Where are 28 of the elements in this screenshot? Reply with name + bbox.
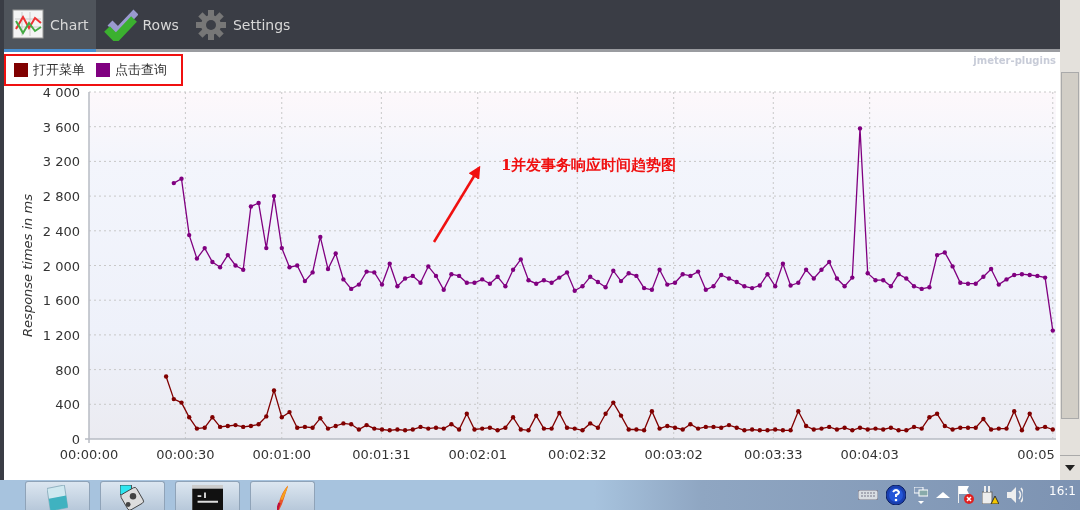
- legend-label: 打开菜单: [33, 61, 85, 79]
- axis-tick-label: 2 800: [42, 189, 80, 205]
- tab[interactable]: Settings: [186, 0, 299, 52]
- axis-tick-label: 00:01:00: [252, 447, 311, 462]
- tab[interactable]: Chart: [4, 0, 97, 52]
- axis-tick-label: 00:04:03: [840, 447, 899, 462]
- axis-tick-label: 00:03:33: [744, 447, 803, 462]
- axis-tick-label: 1 600: [42, 293, 80, 309]
- legend-label: 点击查询: [115, 61, 167, 79]
- axis-tick-label: 2 400: [42, 223, 80, 239]
- axis-tick-label: 00:03:02: [644, 447, 703, 462]
- axis-tick-label: 00:05: [1017, 447, 1055, 462]
- axis-tick-label: 00:02:32: [548, 447, 607, 462]
- tab[interactable]: Rows: [96, 0, 187, 52]
- annotation-text: 1并发事务响应时间趋势图: [501, 156, 677, 174]
- axis-tick-label: 3 600: [42, 119, 80, 135]
- axis-tick-label: 400: [55, 397, 80, 413]
- axis-tick-label: 3 200: [42, 154, 80, 170]
- axis-tick-label: 00:00:30: [156, 447, 215, 462]
- axis-tick-label: 0: [71, 432, 80, 447]
- axis-tick-label: 4 000: [42, 85, 80, 100]
- axis-tick-label: 2 000: [42, 258, 80, 274]
- axis-tick-label: 00:00:00: [59, 447, 119, 462]
- axis-tick-label: 00:01:31: [352, 447, 411, 462]
- axis-title: Response times in ms: [20, 194, 35, 337]
- axis-tick-label: 00:02:01: [448, 447, 507, 462]
- axis-tick-label: 1 200: [42, 327, 80, 343]
- axis-tick-label: 800: [55, 362, 80, 378]
